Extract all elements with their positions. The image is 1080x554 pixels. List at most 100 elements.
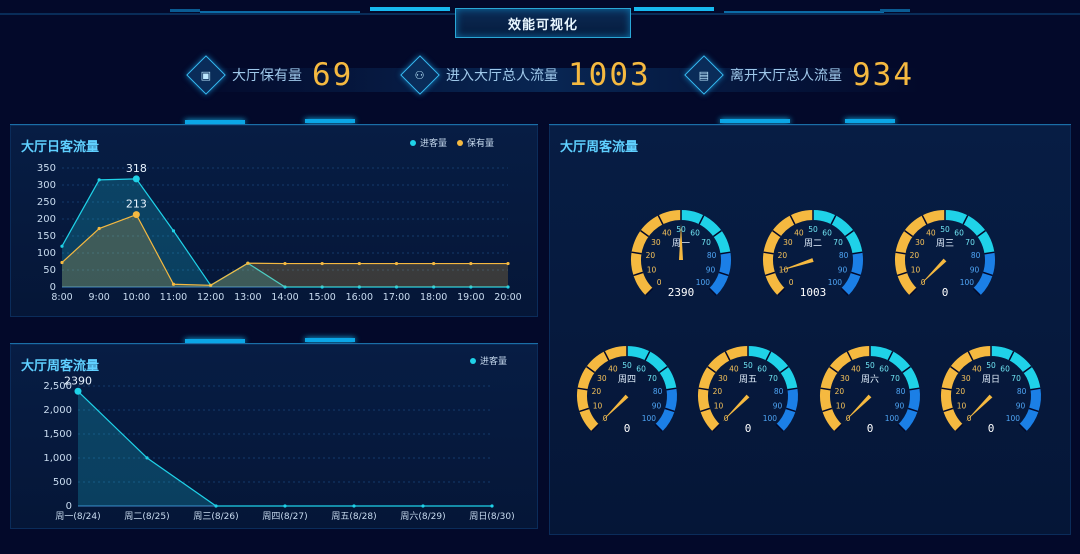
gauge-tick-label: 80 xyxy=(839,251,849,260)
x-tick-label: 12:00 xyxy=(197,292,224,303)
daily-flow-chart: 0501001502002503003508:00 9:00 10:00 11:00 1… xyxy=(37,162,522,303)
gauge-tick-label: 40 xyxy=(851,364,861,373)
page-title-box: 效能可视化 xyxy=(455,8,631,38)
gauge-tick-label: 30 xyxy=(718,374,728,383)
x-tick-label: 周日(8/30) xyxy=(469,511,514,522)
y-tick-label: 100 xyxy=(37,248,56,259)
gauge: 010203040 50 60708090100周三0 xyxy=(895,210,995,299)
data-point xyxy=(60,244,64,248)
panel-tab-decoration xyxy=(305,119,355,123)
page-title: 效能可视化 xyxy=(507,17,578,33)
legend-dot-entered xyxy=(470,357,476,364)
gauge-tick-label: 10 xyxy=(911,266,921,275)
gauge-tick-label: 80 xyxy=(707,251,717,260)
weekly-flow-chart: 05001,0001,5002,0002,500周一(8/24) 周二(8/25)… xyxy=(43,374,514,522)
x-tick-label: 周六(8/29) xyxy=(400,510,445,522)
data-point xyxy=(283,504,287,508)
series-area xyxy=(78,391,492,506)
y-tick-label: 300 xyxy=(37,180,56,191)
document-icon: ▤ xyxy=(684,55,724,95)
x-tick-label: 8:00 xyxy=(51,292,72,303)
gauge-tick-label: 80 xyxy=(774,387,784,396)
gauge: 010203040 50 60708090100周六0 xyxy=(820,346,920,435)
gauge-needle xyxy=(844,394,872,422)
kpi-value: 934 xyxy=(852,57,914,93)
data-label: 318 xyxy=(126,162,147,175)
x-tick-label: 14:00 xyxy=(271,292,298,303)
gauge-tick-label: 90 xyxy=(706,266,716,275)
data-label: 213 xyxy=(126,198,147,211)
gauge-tick-label: 60 xyxy=(690,228,700,237)
gauge-tick-label: 100 xyxy=(763,414,778,423)
gauge-tick-label: 80 xyxy=(653,387,663,396)
y-tick-label: 500 xyxy=(53,477,72,488)
x-tick-label: 16:00 xyxy=(346,292,373,303)
gauge-tick-label: 80 xyxy=(971,251,981,260)
gauge-tick-label: 80 xyxy=(896,387,906,396)
x-tick-label: 周二(8/25) xyxy=(124,511,169,522)
x-tick-label: 周一(8/24) xyxy=(55,511,100,522)
gauge-tick-label: 60 xyxy=(757,364,767,373)
x-tick-label: 9:00 xyxy=(88,292,109,303)
data-point xyxy=(357,261,361,266)
gauge-tick-label: 20 xyxy=(910,251,920,260)
gauge-tick-label: 50 xyxy=(743,361,753,370)
gauge-tick-label: 0 xyxy=(657,278,662,287)
gauge-name: 周二 xyxy=(804,238,822,249)
data-point xyxy=(132,175,140,183)
gauge-tick-label: 60 xyxy=(1000,364,1010,373)
gauge-tick-label: 60 xyxy=(879,364,889,373)
x-tick-label: 周四(8/27) xyxy=(262,511,307,522)
gauge-tick-label: 60 xyxy=(822,228,832,237)
gauge-name: 周四 xyxy=(618,374,636,385)
gauge-tick-label: 40 xyxy=(662,228,672,237)
gauge-value: 0 xyxy=(624,422,631,435)
legend-retained: 保有量 xyxy=(467,139,495,149)
data-point xyxy=(171,282,176,286)
gauge: 010 20 3040 50 6070 80 90 100 周二 1003 xyxy=(763,210,863,299)
kpi-exited: ▤ 离开大厅总人流量 934 xyxy=(684,54,914,96)
gauge-needle xyxy=(722,394,750,422)
gauge-value: 0 xyxy=(942,286,949,299)
y-tick-label: 2,000 xyxy=(43,405,72,416)
data-point xyxy=(320,261,324,266)
data-point xyxy=(74,387,82,395)
gauge-tick-label: 40 xyxy=(972,364,982,373)
gauge-tick-label: 0 xyxy=(846,414,851,423)
data-point xyxy=(97,226,101,231)
gauge-tick-label: 90 xyxy=(773,402,783,411)
legend-entered: 进客量 xyxy=(420,139,448,149)
gauge-tick-label: 0 xyxy=(789,278,794,287)
gauge-tick-label: 40 xyxy=(608,364,618,373)
gauge: 010203040 50 60708090100周五0 xyxy=(698,346,798,435)
x-tick-label: 15:00 xyxy=(308,292,335,303)
kpi-value: 69 xyxy=(312,57,354,93)
gauge-tick-label: 30 xyxy=(651,238,661,247)
gauge-name: 周日 xyxy=(982,374,1000,385)
gauge-tick-label: 40 xyxy=(729,364,739,373)
gauge-tick-label: 100 xyxy=(696,278,711,287)
legend-dot-retained xyxy=(457,139,464,146)
series-area xyxy=(62,214,508,287)
gauge-tick-label: 100 xyxy=(1006,414,1021,423)
gauge-tick-label: 70 xyxy=(1011,374,1021,383)
data-point xyxy=(469,261,473,266)
gauge-tick-label: 20 xyxy=(778,251,788,260)
x-tick-label: 周五(8/28) xyxy=(331,511,376,522)
daily-legend[interactable]: 进客量 保有量 xyxy=(400,136,494,149)
data-point xyxy=(214,504,218,508)
data-point xyxy=(394,261,399,266)
gauge-tick-label: 30 xyxy=(915,238,925,247)
gauge-tick-label: 0 xyxy=(724,414,729,423)
data-point xyxy=(97,178,101,182)
y-tick-label: 1,000 xyxy=(43,453,72,464)
y-tick-label: 150 xyxy=(37,231,56,242)
gauge-tick-label: 100 xyxy=(828,278,843,287)
legend-dot-entered xyxy=(410,139,416,146)
gauge-tick-label: 70 xyxy=(647,374,657,383)
data-point xyxy=(246,261,250,265)
y-tick-label: 1,500 xyxy=(43,429,72,440)
gauge-tick-label: 40 xyxy=(926,228,936,237)
data-point xyxy=(132,211,140,219)
x-tick-label: 周三(8/26) xyxy=(193,511,238,522)
